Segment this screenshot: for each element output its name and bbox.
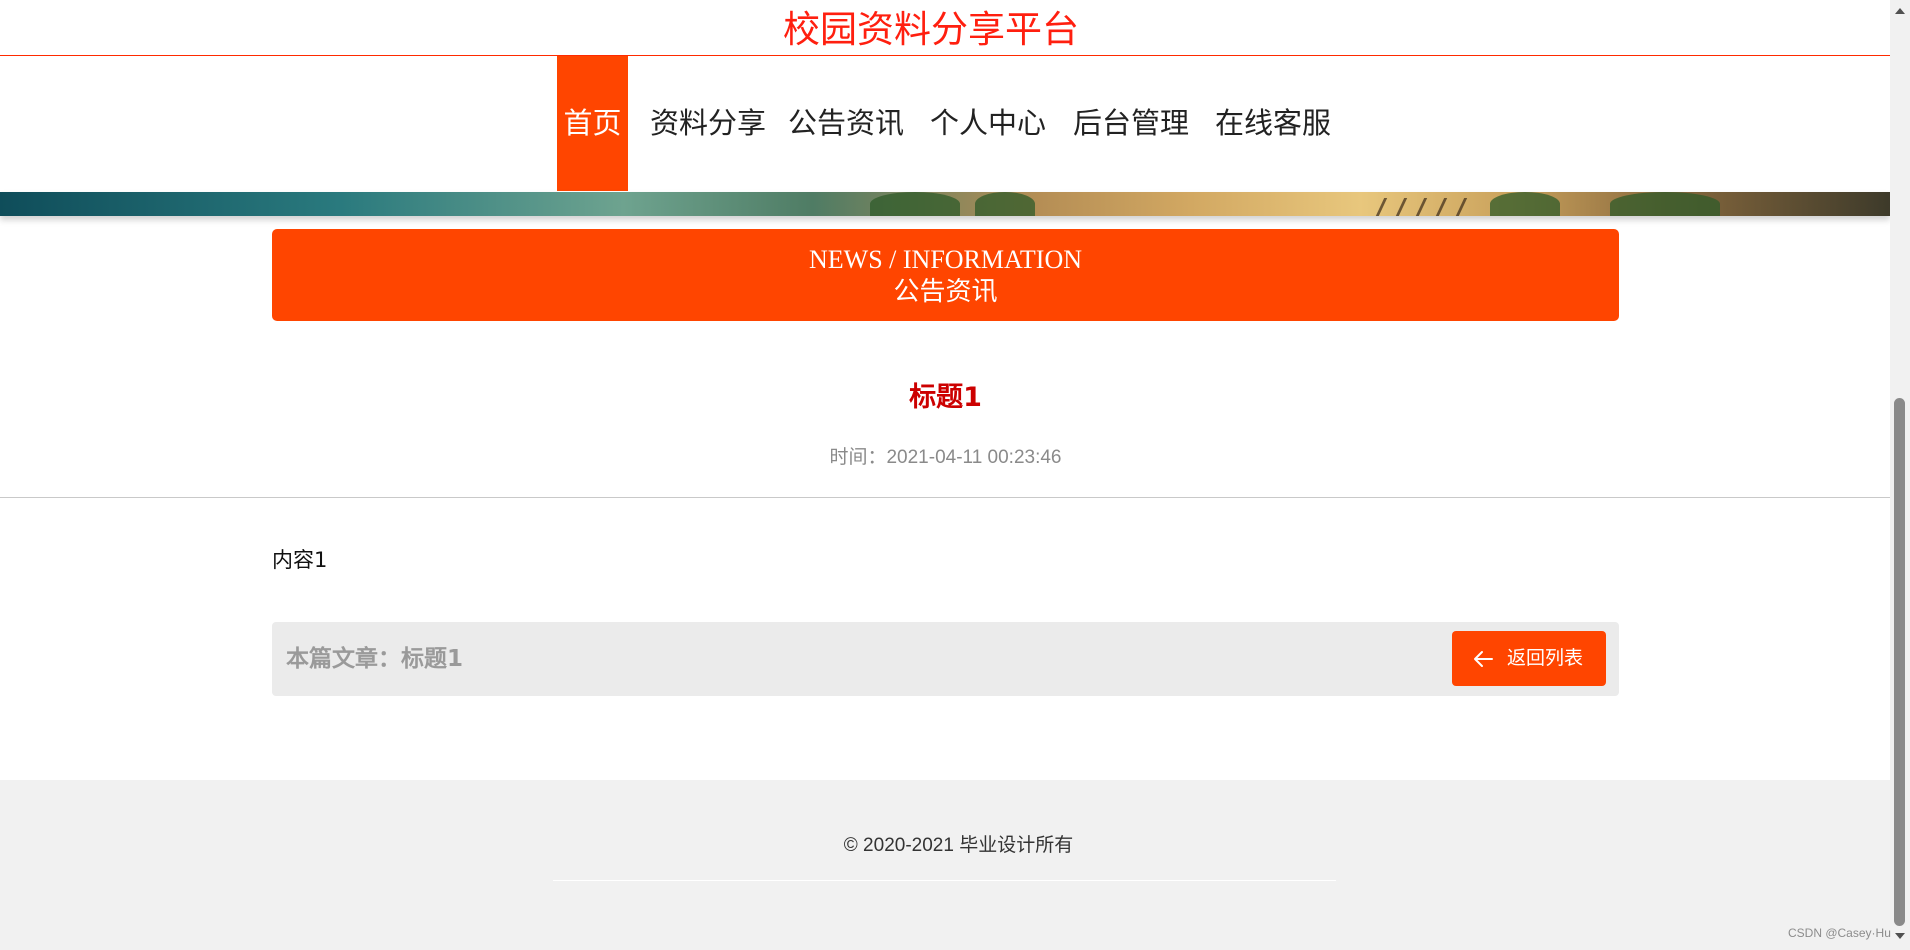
banner-detail (1395, 198, 1408, 216)
article-time: 时间：2021-04-11 00:23:46 (272, 444, 1619, 471)
banner-detail (1415, 198, 1428, 216)
copyright-text: 毕业设计所有 (959, 834, 1074, 856)
watermark: CSDN @Casey·Hu (1788, 926, 1891, 940)
current-article-label: 本篇文章：标题1 (286, 644, 463, 674)
banner-foliage (1610, 192, 1720, 216)
section-title-en: NEWS / INFORMATION (809, 245, 1082, 274)
nav-item-admin[interactable]: 后台管理 (1071, 56, 1191, 191)
banner-foliage (975, 192, 1035, 216)
banner-foliage (1490, 192, 1560, 216)
copyright: © 2020-2021 毕业设计所有 (0, 832, 1910, 859)
banner-detail (1455, 198, 1468, 216)
banner-detail (1375, 198, 1388, 216)
copyright-years: © 2020-2021 (843, 835, 954, 856)
current-article-prefix: 本篇文章： (286, 646, 401, 672)
main-nav: 首页 资料分享 公告资讯 个人中心 后台管理 在线客服 (0, 56, 1890, 192)
back-to-list-label: 返回列表 (1507, 647, 1584, 669)
current-article-title: 标题1 (401, 646, 464, 672)
divider (0, 497, 1890, 498)
footer-divider (553, 880, 1336, 881)
article-title: 标题1 (909, 382, 982, 413)
site-header: 校园资料分享平台 (0, 0, 1890, 56)
nav-item-support[interactable]: 在线客服 (1213, 56, 1333, 191)
nav-item-home[interactable]: 首页 (557, 56, 628, 191)
article-time-value: 2021-04-11 00:23:46 (886, 447, 1062, 468)
article-content: 内容1 (272, 548, 328, 572)
banner-image (0, 192, 1890, 216)
article-info-bar: 本篇文章：标题1 返回列表 (272, 622, 1619, 696)
vertical-scrollbar[interactable] (1890, 0, 1910, 950)
section-title-cn: 公告资讯 (893, 277, 998, 307)
scrollbar-thumb[interactable] (1894, 398, 1905, 926)
article-time-label: 时间： (829, 446, 887, 468)
back-to-list-button[interactable]: 返回列表 (1452, 631, 1606, 686)
nav-item-news[interactable]: 公告资讯 (786, 56, 906, 191)
scroll-down-arrow-icon[interactable] (1895, 933, 1905, 939)
scroll-up-arrow-icon[interactable] (1895, 8, 1905, 14)
arrow-left-icon (1474, 651, 1493, 667)
page: 校园资料分享平台 首页 资料分享 公告资讯 个人中心 后台管理 在线客服 NEW… (0, 0, 1910, 950)
footer: © 2020-2021 毕业设计所有 (0, 780, 1890, 950)
nav-item-profile[interactable]: 个人中心 (928, 56, 1048, 191)
nav-item-resources[interactable]: 资料分享 (648, 56, 768, 191)
site-title[interactable]: 校园资料分享平台 (0, 8, 1862, 52)
banner-foliage (870, 192, 960, 216)
section-banner: NEWS / INFORMATION 公告资讯 (272, 229, 1619, 321)
banner-detail (1435, 198, 1448, 216)
